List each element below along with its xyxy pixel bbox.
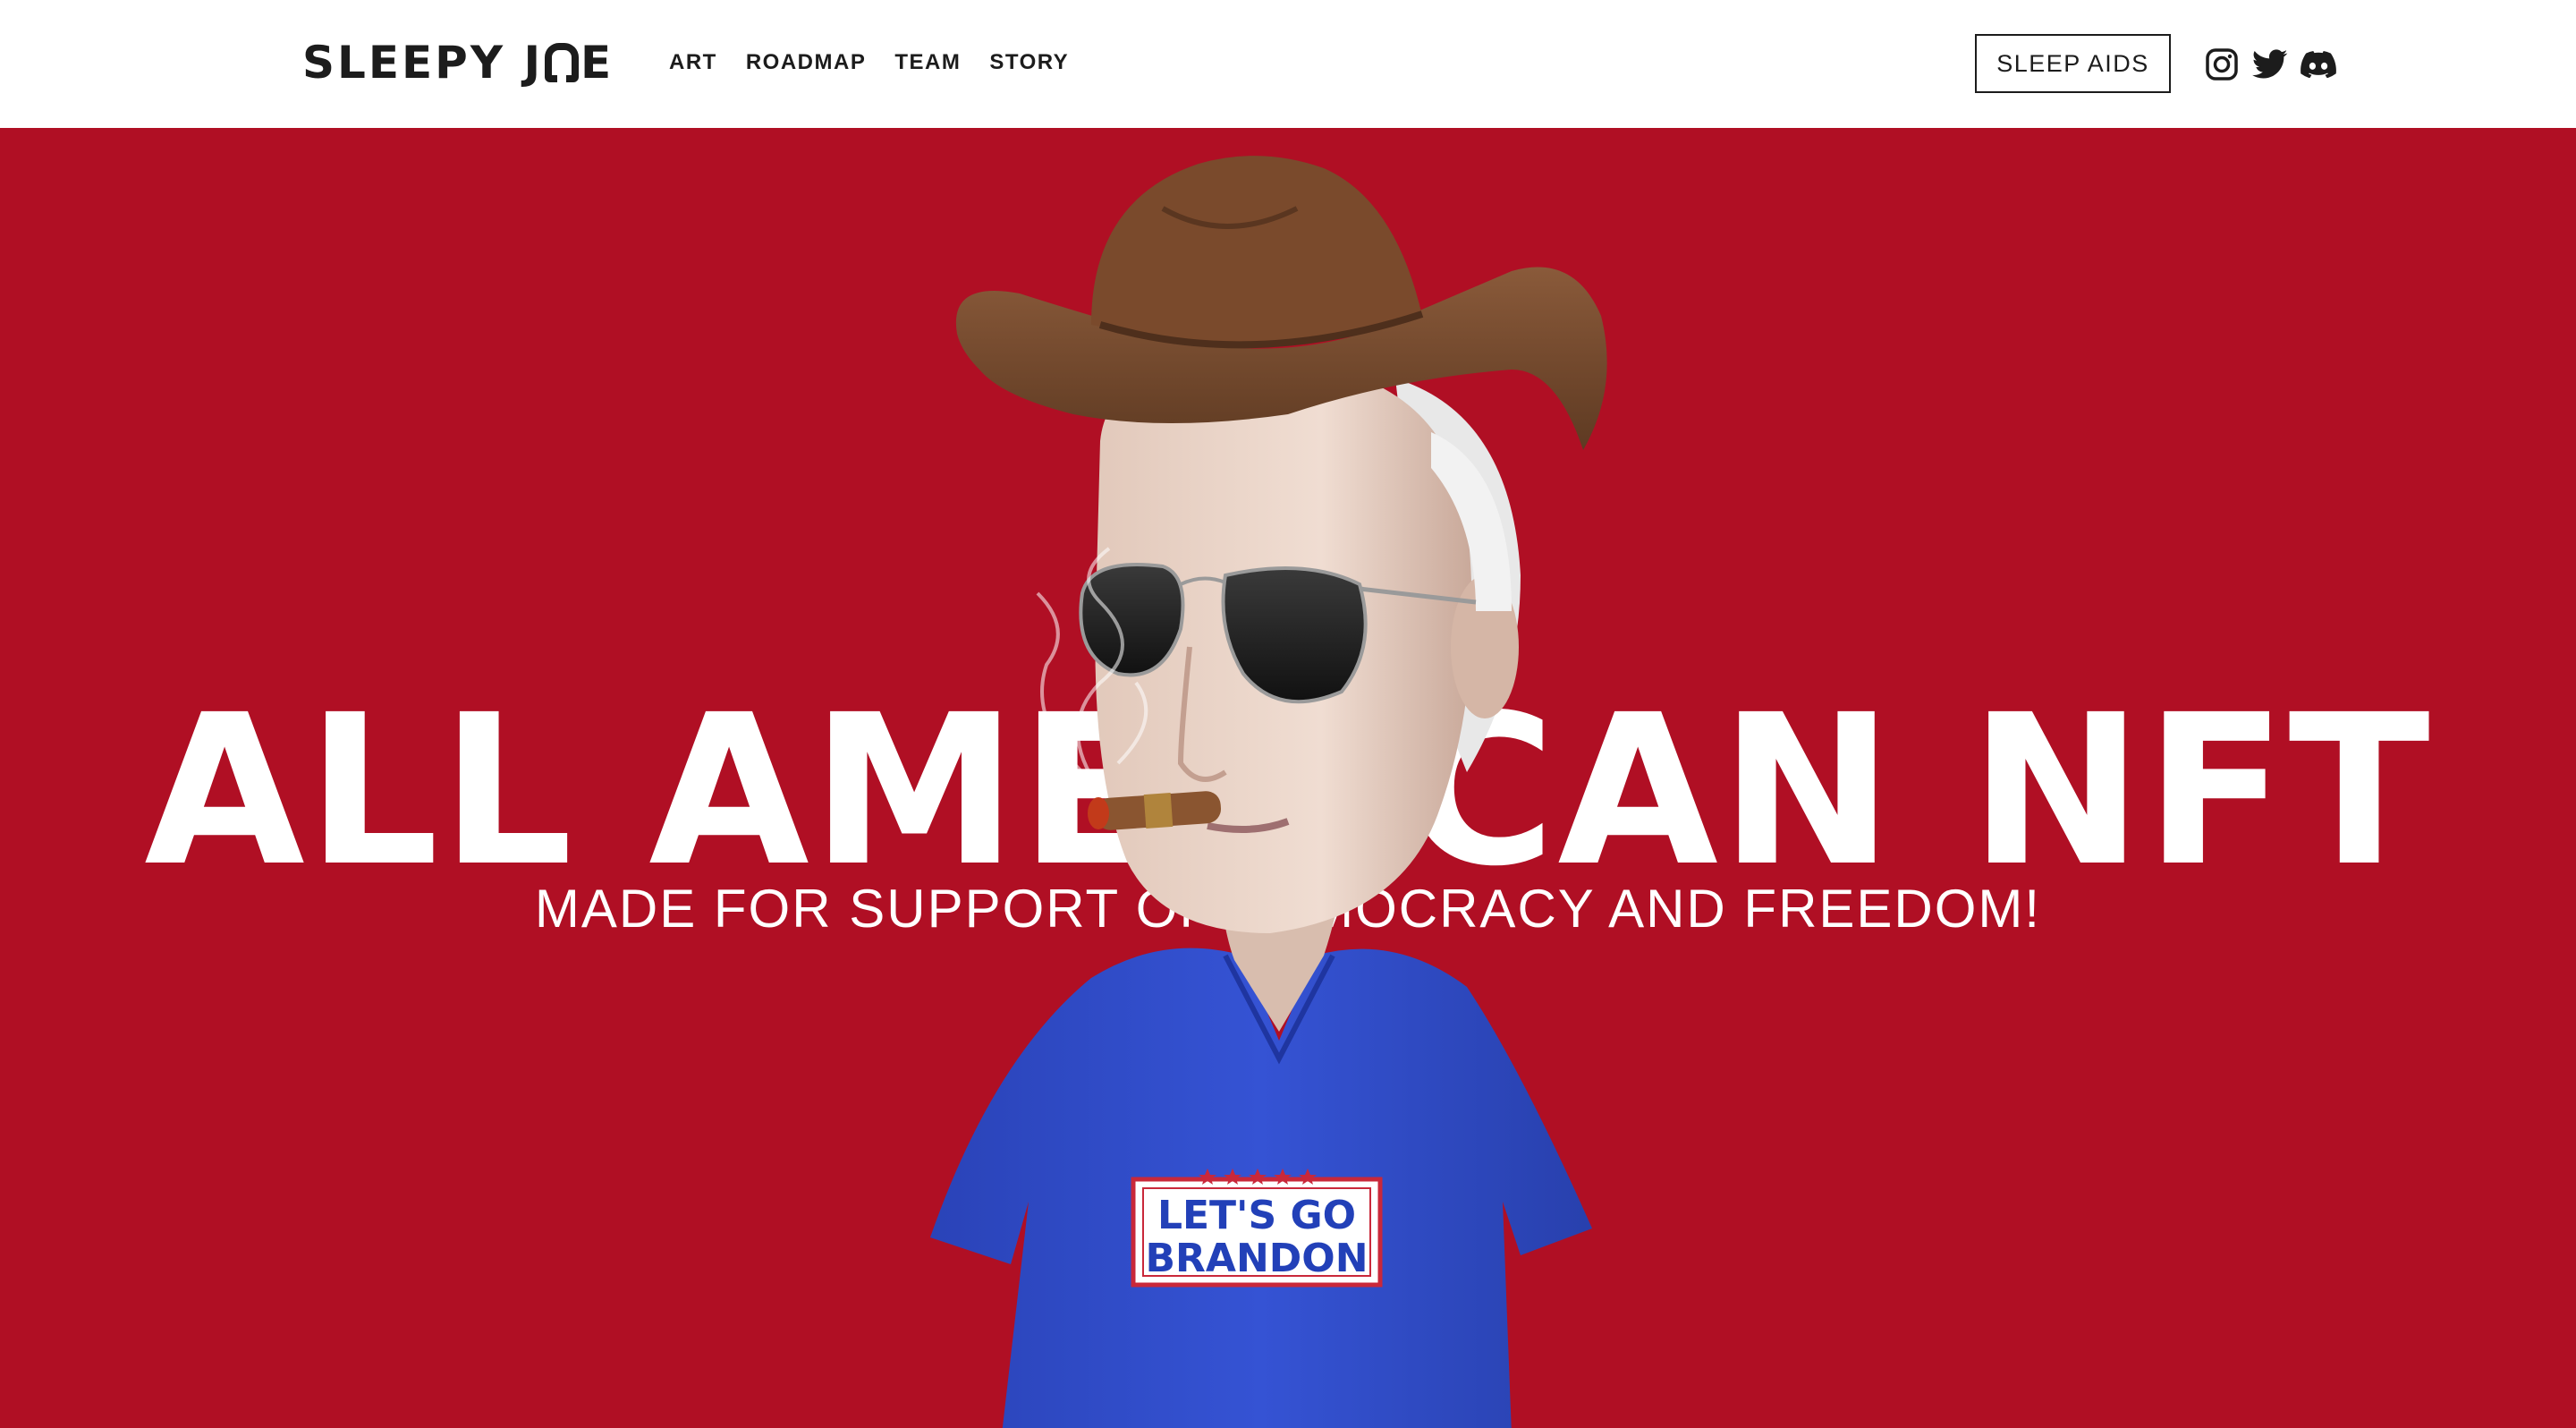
logo-o-mark-icon bbox=[545, 43, 580, 82]
hero-section: ALL AMERICAN NFT MADE FOR SUPPORT OF DEM… bbox=[0, 128, 2576, 1428]
character-illustration: LET'S GO BRANDON bbox=[930, 156, 1607, 1428]
nav-art-link[interactable]: ART bbox=[669, 50, 717, 75]
shirt-text-line1: LET'S GO bbox=[1157, 1193, 1356, 1238]
logo-text: SLEEPY J bbox=[302, 37, 544, 89]
twitter-icon[interactable] bbox=[2252, 47, 2288, 82]
main-nav: ART ROADMAP TEAM STORY bbox=[669, 50, 1097, 75]
site-header: SLEEPY J E ART ROADMAP TEAM STORY SLEEP … bbox=[0, 0, 2576, 128]
social-links bbox=[2204, 47, 2336, 82]
nav-roadmap-link[interactable]: ROADMAP bbox=[746, 50, 867, 75]
discord-icon[interactable] bbox=[2301, 47, 2336, 82]
logo-text-end: E bbox=[580, 37, 614, 89]
shirt-text-line2: BRANDON bbox=[1145, 1236, 1368, 1281]
shirt: LET'S GO BRANDON bbox=[930, 948, 1592, 1428]
cowboy-hat bbox=[955, 156, 1607, 450]
site-logo[interactable]: SLEEPY J E bbox=[302, 39, 614, 86]
nav-team-link[interactable]: TEAM bbox=[894, 50, 961, 75]
instagram-icon[interactable] bbox=[2204, 47, 2240, 82]
nav-story-link[interactable]: STORY bbox=[989, 50, 1069, 75]
sleep-aids-button[interactable]: SLEEP AIDS bbox=[1975, 34, 2171, 93]
